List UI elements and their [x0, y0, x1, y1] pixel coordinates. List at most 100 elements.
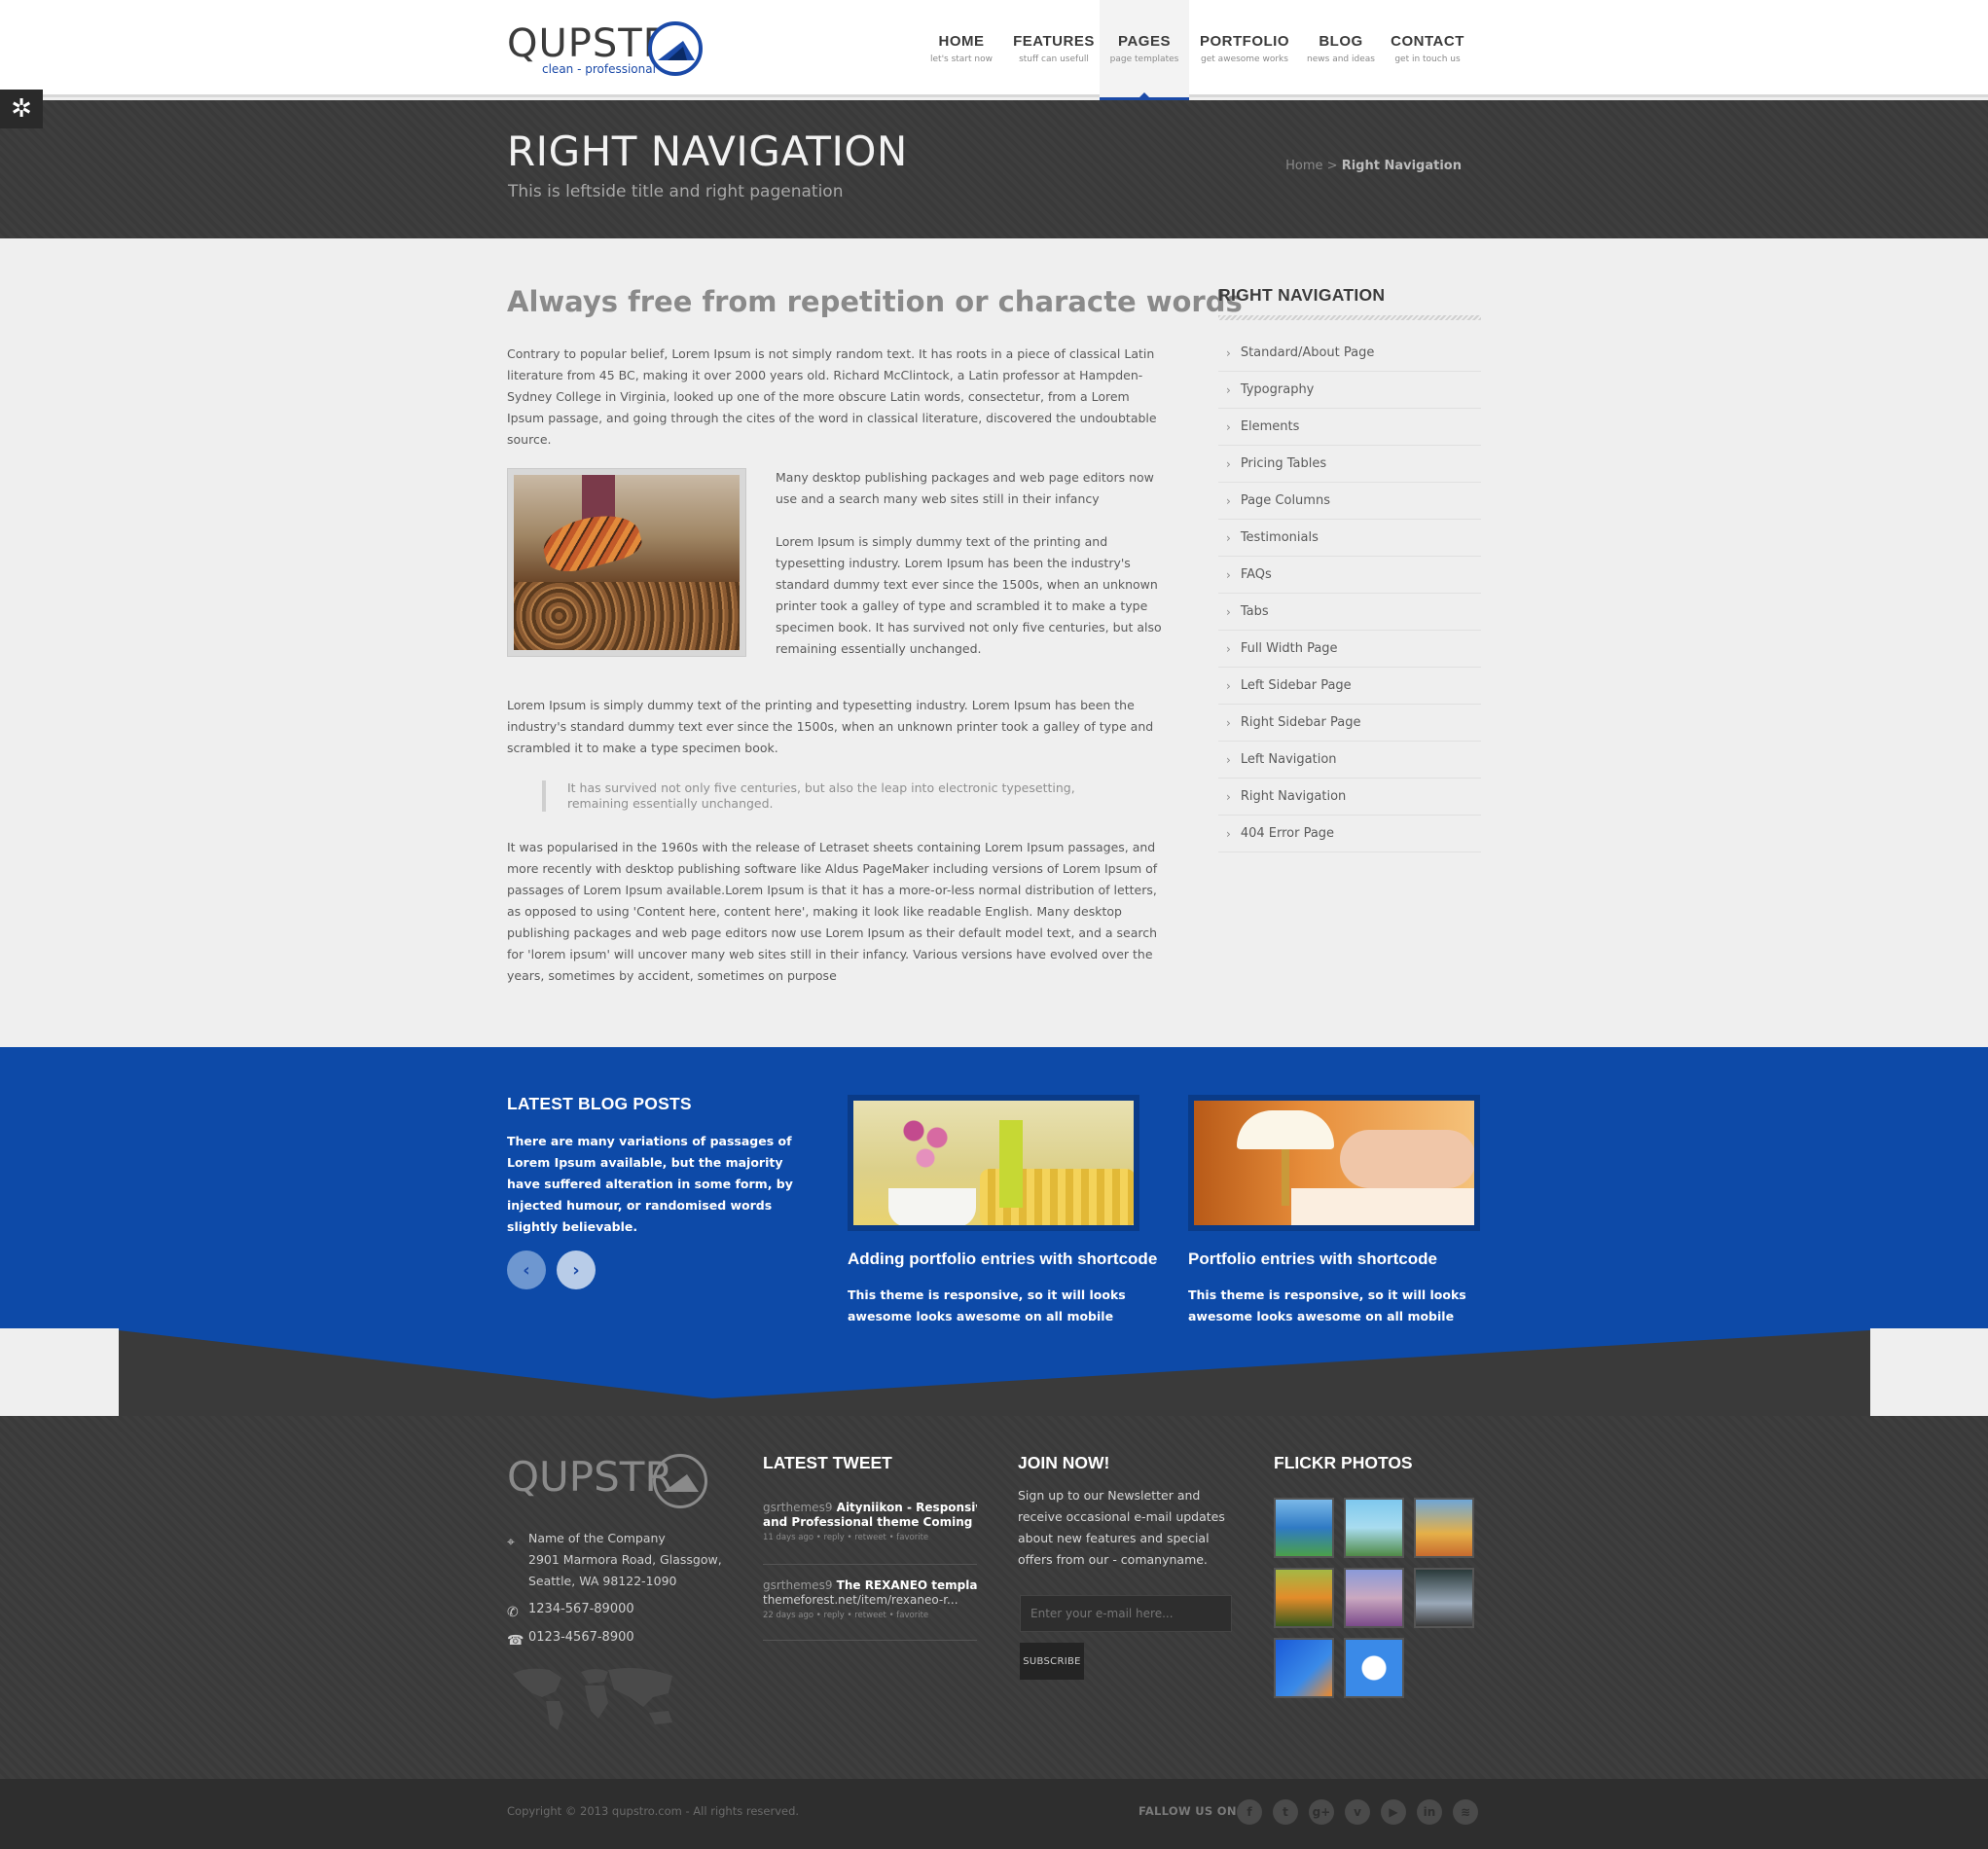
breadcrumb-separator: >: [1326, 159, 1338, 173]
chevron-right-icon: ›: [1226, 826, 1231, 841]
paragraph-third: It was popularised in the 1960s with the…: [507, 840, 1158, 983]
flickr-thumbnail[interactable]: [1344, 1638, 1404, 1698]
tweet-item[interactable]: gsrthemes9 The REXANEO template o themef…: [763, 1578, 977, 1620]
sidebar-link-label: Right Sidebar Page: [1240, 715, 1361, 730]
linkedin-icon[interactable]: in: [1417, 1799, 1442, 1825]
blog-thumbnail[interactable]: [848, 1095, 1139, 1231]
facebook-icon[interactable]: f: [1237, 1799, 1262, 1825]
chevron-left-icon: ‹: [523, 1259, 530, 1281]
join-now-heading: JOIN NOW!: [1018, 1453, 1110, 1472]
sidebar-link-standard-about[interactable]: › Standard/About Page: [1218, 335, 1481, 372]
carousel-next-button[interactable]: ›: [557, 1251, 596, 1289]
gear-icon: ✲: [11, 94, 32, 124]
sidebar-link-right-navigation[interactable]: › Right Navigation: [1218, 779, 1481, 816]
sidebar-link-label: Full Width Page: [1240, 641, 1338, 656]
blog-card[interactable]: Portfolio entries with shortcode This th…: [1188, 1095, 1480, 1345]
flickr-thumbnail[interactable]: [1274, 1568, 1334, 1628]
sidebar-link-label: Elements: [1240, 419, 1300, 434]
sidebar-divider: [1218, 315, 1481, 320]
sidebar-link-elements[interactable]: › Elements: [1218, 409, 1481, 446]
sidebar-link-left-sidebar[interactable]: › Left Sidebar Page: [1218, 668, 1481, 705]
sidebar-link-right-sidebar[interactable]: › Right Sidebar Page: [1218, 705, 1481, 742]
follow-us-label: FALLOW US ON:: [1139, 1804, 1242, 1818]
sidebar-link-label: Typography: [1240, 382, 1315, 397]
sidebar-link-faqs[interactable]: › FAQs: [1218, 557, 1481, 594]
twitter-icon[interactable]: t: [1273, 1799, 1298, 1825]
chevron-right-icon: ›: [1226, 641, 1231, 656]
rss-icon[interactable]: ≋: [1453, 1799, 1478, 1825]
logo-wordmark: QUPSTR: [507, 21, 671, 66]
world-map-icon: [513, 1668, 672, 1730]
tweet-user[interactable]: gsrthemes9: [763, 1578, 832, 1592]
vimeo-icon[interactable]: v: [1345, 1799, 1370, 1825]
newsletter-text: Sign up to our Newsletter and receive oc…: [1018, 1488, 1225, 1567]
sidebar-link-404[interactable]: › 404 Error Page: [1218, 816, 1481, 852]
blog-card[interactable]: Adding portfolio entries with shortcode …: [848, 1095, 1157, 1345]
footer-phone: 1234-567-89000: [528, 1602, 634, 1616]
nav-sublabel: page templates: [1109, 54, 1179, 64]
latest-tweet-heading: LATEST TWEET: [763, 1453, 892, 1472]
sidebar-link-label: Left Navigation: [1240, 752, 1337, 767]
nav-label: CONTACT: [1391, 33, 1464, 50]
youtube-icon[interactable]: ▶: [1381, 1799, 1406, 1825]
sidebar-link-left-navigation[interactable]: › Left Navigation: [1218, 742, 1481, 779]
nav-item-home[interactable]: HOME let's start now: [915, 0, 1008, 97]
nav-item-portfolio[interactable]: PORTFOLIO get awesome works: [1189, 0, 1300, 97]
main-nav: HOME let's start now FEATURES stuff can …: [915, 0, 1473, 101]
site-logo[interactable]: QUPSTR clean - professional: [507, 21, 711, 80]
latest-blog-section: LATEST BLOG POSTS There are many variati…: [0, 1047, 1988, 1345]
flickr-thumbnail[interactable]: [1414, 1568, 1474, 1628]
footer-logo[interactable]: QUPSTR: [507, 1454, 711, 1512]
sidebar-link-full-width[interactable]: › Full Width Page: [1218, 631, 1481, 668]
settings-toggle[interactable]: ✲: [0, 90, 43, 128]
page-title: RIGHT NAVIGATION: [507, 127, 908, 175]
sidebar-link-label: Right Navigation: [1240, 789, 1347, 804]
chevron-right-icon: ›: [1226, 789, 1231, 804]
nav-item-contact[interactable]: CONTACT get in touch us: [1382, 0, 1473, 97]
nav-sublabel: let's start now: [930, 54, 993, 64]
nav-sublabel: news and ideas: [1307, 54, 1375, 64]
sidebar-link-label: Testimonials: [1240, 530, 1319, 545]
blog-thumbnail[interactable]: [1188, 1095, 1480, 1231]
logo-mark-icon: [648, 21, 703, 76]
flickr-thumbnail[interactable]: [1274, 1498, 1334, 1558]
footer-edge-left: [0, 1328, 119, 1416]
flickr-grid: [1274, 1498, 1478, 1698]
flickr-thumbnail[interactable]: [1344, 1568, 1404, 1628]
sidebar-link-testimonials[interactable]: › Testimonials: [1218, 520, 1481, 557]
sidebar-link-page-columns[interactable]: › Page Columns: [1218, 483, 1481, 520]
paragraph-intro: Contrary to popular belief, Lorem Ipsum …: [507, 346, 1157, 447]
blog-card-title[interactable]: Adding portfolio entries with shortcode: [848, 1250, 1157, 1269]
breadcrumb-home-link[interactable]: Home: [1285, 159, 1322, 173]
flickr-thumbnail[interactable]: [1414, 1498, 1474, 1558]
google-plus-icon[interactable]: g+: [1309, 1799, 1334, 1825]
chevron-right-icon: ›: [1226, 604, 1231, 619]
flickr-thumbnail[interactable]: [1274, 1638, 1334, 1698]
nav-item-blog[interactable]: BLOG news and ideas: [1300, 0, 1382, 97]
address-line-1: 2901 Marmora Road, Glassgow,: [528, 1552, 722, 1567]
chevron-right-icon: ›: [1226, 678, 1231, 693]
paragraph-second: Lorem Ipsum is simply dummy text of the …: [507, 698, 1154, 755]
sidebar-link-tabs[interactable]: › Tabs: [1218, 594, 1481, 631]
tweet-item[interactable]: gsrthemes9 Aityniikon - Responsive HTML …: [763, 1501, 977, 1542]
tweet-user[interactable]: gsrthemes9: [763, 1501, 832, 1514]
nav-item-pages[interactable]: PAGES page templates: [1100, 0, 1189, 101]
newsletter-email-input[interactable]: [1020, 1595, 1232, 1632]
subscribe-button[interactable]: SUBSCRIBE: [1020, 1643, 1084, 1680]
flickr-thumbnail[interactable]: [1344, 1498, 1404, 1558]
blog-card-title[interactable]: Portfolio entries with shortcode: [1188, 1250, 1437, 1269]
address-line-2: Seattle, WA 98122-1090: [528, 1574, 677, 1588]
site-footer: QUPSTR ⌖ Name of the Company 2901 Marmor…: [0, 1416, 1988, 1779]
chevron-right-icon: ›: [572, 1259, 580, 1281]
nav-item-features[interactable]: FEATURES stuff can usefull: [1008, 0, 1100, 97]
sidebar-link-pricing-tables[interactable]: › Pricing Tables: [1218, 446, 1481, 483]
sidebar-link-label: Page Columns: [1240, 493, 1330, 508]
sidebar-title: RIGHT NAVIGATION: [1218, 285, 1386, 305]
footer-logo-wordmark: QUPSTR: [507, 1453, 673, 1501]
breadcrumb-current: Right Navigation: [1341, 159, 1462, 173]
sidebar-link-typography[interactable]: › Typography: [1218, 372, 1481, 409]
carousel-prev-button[interactable]: ‹: [507, 1251, 546, 1289]
social-links: f t g+ v ▶ in ≋: [1237, 1799, 1478, 1825]
bottom-bar: Copyright © 2013 qupstro.com - All right…: [0, 1779, 1988, 1849]
chevron-right-icon: ›: [1226, 493, 1231, 508]
